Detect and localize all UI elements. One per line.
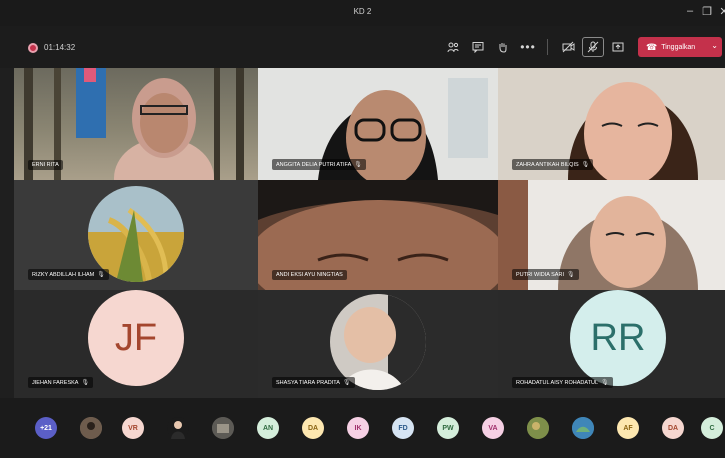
photo-avatar	[572, 417, 594, 439]
participant-name: PUTRI WIDIA SARI	[516, 271, 564, 278]
mic-off-icon: 🎙	[342, 380, 351, 386]
avatar-initials: DA	[307, 424, 319, 432]
participant-avatar[interactable]	[212, 417, 234, 439]
participant-name-tag: ANDI EKSI AYU NINGTIAS	[272, 270, 347, 280]
mic-off-icon: 🎙	[354, 162, 362, 168]
video-tile[interactable]: ZAHRA ANTIKAH BILQIS 🎙	[498, 68, 725, 180]
chat-icon[interactable]	[467, 37, 489, 57]
participant-name: ZAHRA ANTIKAH BILQIS	[516, 161, 579, 168]
participant-name-tag: ANGGITA DELIA PUTRI ATIFA 🎙	[272, 159, 366, 170]
video-tile[interactable]: JF JIEHAN FARESKA 🎙	[14, 290, 258, 398]
phone-icon: ☎	[646, 41, 658, 52]
participant-name: ERNI RITA	[32, 162, 59, 168]
participant-avatar[interactable]: DA	[662, 417, 684, 439]
participant-avatar[interactable]: IK	[347, 417, 369, 439]
video-tile[interactable]: RR ROHADATUL AISY ROHADATUL 🎙	[498, 290, 725, 398]
photo-avatar	[212, 417, 234, 439]
overflow-count: +21	[40, 424, 52, 432]
toolbar-divider	[547, 39, 548, 55]
people-icon[interactable]	[442, 37, 464, 57]
close-icon[interactable]: ✕	[717, 5, 725, 18]
avatar-initials: PW	[442, 424, 454, 432]
video-tile[interactable]: ANGGITA DELIA PUTRI ATIFA 🎙	[258, 68, 498, 180]
avatar-initials: C	[709, 424, 715, 432]
video-tile[interactable]: SHASYA TIARA PRADITA 🎙	[258, 290, 498, 398]
participant-avatar[interactable]: DA	[302, 417, 324, 439]
photo-avatar	[171, 421, 185, 439]
participant-name: ROHADATUL AISY ROHADATUL	[516, 379, 599, 386]
participant-name-tag: PUTRI WIDIA SARI 🎙	[512, 269, 579, 280]
participant-name: ANGGITA DELIA PUTRI ATIFA	[276, 161, 352, 168]
photo-avatar	[527, 417, 549, 439]
video-tile[interactable]: ANDI EKSI AYU NINGTIAS	[258, 180, 498, 290]
more-icon[interactable]: •••	[517, 37, 539, 57]
participant-avatar[interactable]	[527, 417, 549, 439]
meeting-toolbar: 01:14:32 ••• ☎ Tinggalkan ⌄	[0, 26, 725, 68]
participant-strip: +21 VR AN DA IK FD PW VA AF DA C	[0, 398, 725, 458]
avatar-initials: VR	[128, 424, 138, 432]
participant-avatar[interactable]	[572, 417, 594, 439]
minimize-icon[interactable]: –	[683, 5, 697, 17]
participant-name-tag: RIZKY ABDILLAH ILHAM 🎙	[28, 269, 109, 280]
participant-avatar[interactable]: VR	[122, 417, 144, 439]
video-grid: ERNI RITA ANGGITA DELIA PUTRI ATIFA 🎙 ZA…	[14, 68, 725, 398]
participant-avatar[interactable]: VA	[482, 417, 504, 439]
share-icon[interactable]	[607, 37, 629, 57]
mic-off-icon: 🎙	[566, 272, 575, 278]
participant-name: JIEHAN FARESKA	[32, 379, 79, 386]
leave-label: Tinggalkan	[661, 43, 696, 51]
avatar-initials: DA	[667, 424, 679, 432]
participant-name-tag: ERNI RITA	[28, 160, 63, 170]
mic-off-icon: 🎙	[97, 272, 105, 278]
overflow-participants-button[interactable]: +21	[35, 417, 57, 439]
avatar-initials: AF	[623, 424, 633, 432]
video-tile[interactable]: RIZKY ABDILLAH ILHAM 🎙	[14, 180, 258, 290]
participant-avatar[interactable]: FD	[392, 417, 414, 439]
meeting-timer: 01:14:32	[44, 43, 76, 52]
recording-icon	[28, 43, 38, 53]
participant-avatar[interactable]: AN	[257, 417, 279, 439]
participant-name: RIZKY ABDILLAH ILHAM	[32, 271, 95, 278]
leave-button[interactable]: ☎ Tinggalkan ⌄	[638, 37, 722, 57]
avatar-initials: RR	[590, 316, 646, 359]
camera-off-icon[interactable]	[557, 37, 579, 57]
avatar-initials: AN	[262, 424, 274, 432]
participant-name-tag: ROHADATUL AISY ROHADATUL 🎙	[512, 377, 613, 388]
avatar-initials: FD	[398, 424, 408, 432]
participant-name-tag: JIEHAN FARESKA 🎙	[28, 377, 94, 388]
participant-initials-avatar: JF	[88, 290, 184, 386]
maximize-icon[interactable]: ❐	[700, 5, 714, 18]
participant-name: SHASYA TIARA PRADITA	[276, 379, 340, 386]
mic-off-icon[interactable]	[582, 37, 604, 57]
mic-off-icon: 🎙	[601, 380, 609, 386]
avatar-initials: JF	[114, 316, 158, 359]
photo-avatar	[80, 417, 102, 439]
chevron-down-icon[interactable]: ⌄	[711, 41, 718, 50]
avatar-initials: VA	[488, 424, 498, 432]
participant-avatar[interactable]: AF	[617, 417, 639, 439]
participant-avatar[interactable]	[80, 417, 102, 439]
participant-avatar[interactable]: PW	[437, 417, 459, 439]
video-tile[interactable]: PUTRI WIDIA SARI 🎙	[498, 180, 725, 290]
video-tile[interactable]: ERNI RITA	[14, 68, 258, 180]
raise-hand-icon[interactable]	[492, 37, 514, 57]
participant-name-tag: ZAHRA ANTIKAH BILQIS 🎙	[512, 159, 594, 170]
participant-name-tag: SHASYA TIARA PRADITA 🎙	[272, 377, 355, 388]
avatar-initials: IK	[354, 424, 362, 432]
participant-avatar[interactable]: C	[701, 417, 723, 439]
window-title: KD 2	[353, 7, 372, 16]
title-bar: KD 2 – ❐ ✕	[0, 0, 725, 26]
participant-name: ANDI EKSI AYU NINGTIAS	[276, 272, 343, 278]
participant-avatar[interactable]	[167, 417, 189, 439]
mic-off-icon: 🎙	[81, 380, 90, 386]
mic-off-icon: 🎙	[581, 162, 590, 168]
participant-initials-avatar: RR	[570, 290, 666, 386]
